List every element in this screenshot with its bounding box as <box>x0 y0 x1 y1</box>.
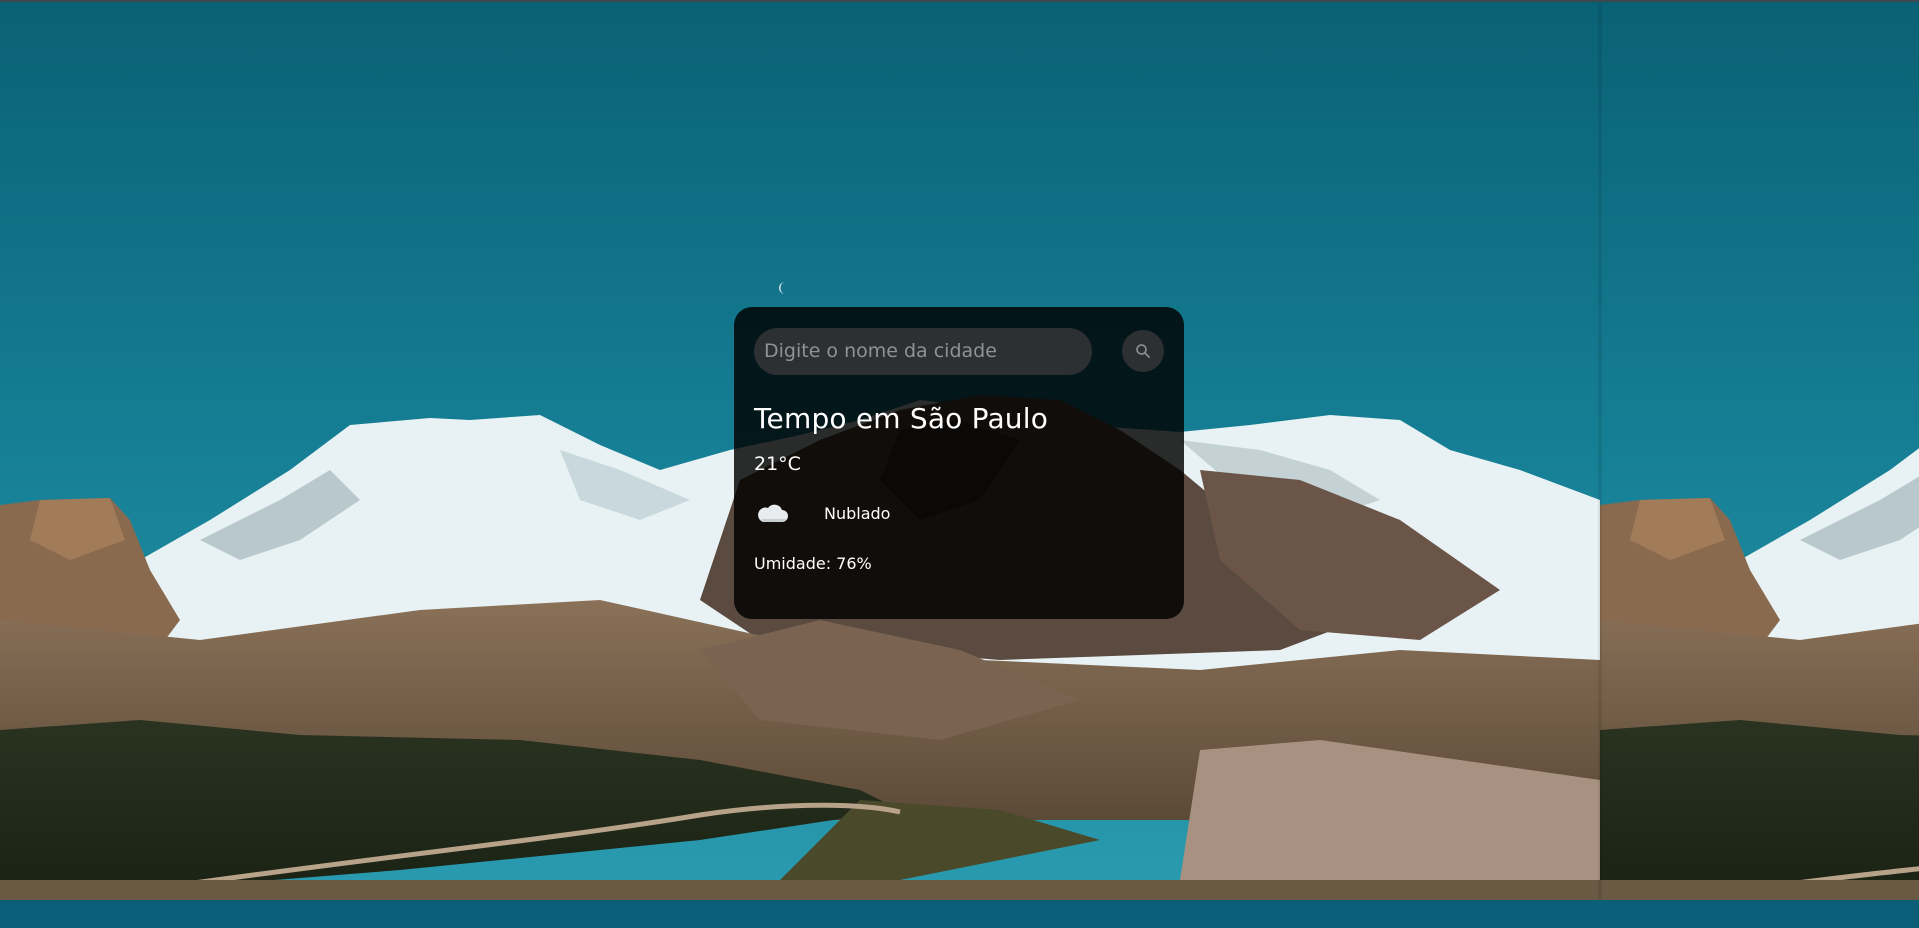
city-search-input[interactable] <box>754 327 1093 375</box>
search-bar <box>754 327 1164 375</box>
background-tile-seam <box>1598 0 1602 900</box>
search-button[interactable] <box>1122 330 1164 372</box>
city-title: Tempo em São Paulo <box>754 402 1049 435</box>
moon-icon <box>779 282 785 294</box>
background-bottom-band <box>0 900 1919 928</box>
background-image-repeat <box>1600 0 1919 900</box>
top-border <box>0 0 1919 2</box>
humidity-value: Umidade: 76% <box>754 554 872 573</box>
temperature-value: 21°C <box>754 453 801 475</box>
weather-condition: Nublado <box>754 498 1164 528</box>
condition-label: Nublado <box>824 503 891 523</box>
cloud-icon <box>754 499 790 527</box>
search-icon <box>1136 344 1150 358</box>
weather-card: Tempo em São Paulo 21°C Nublado Umidade:… <box>734 307 1184 619</box>
